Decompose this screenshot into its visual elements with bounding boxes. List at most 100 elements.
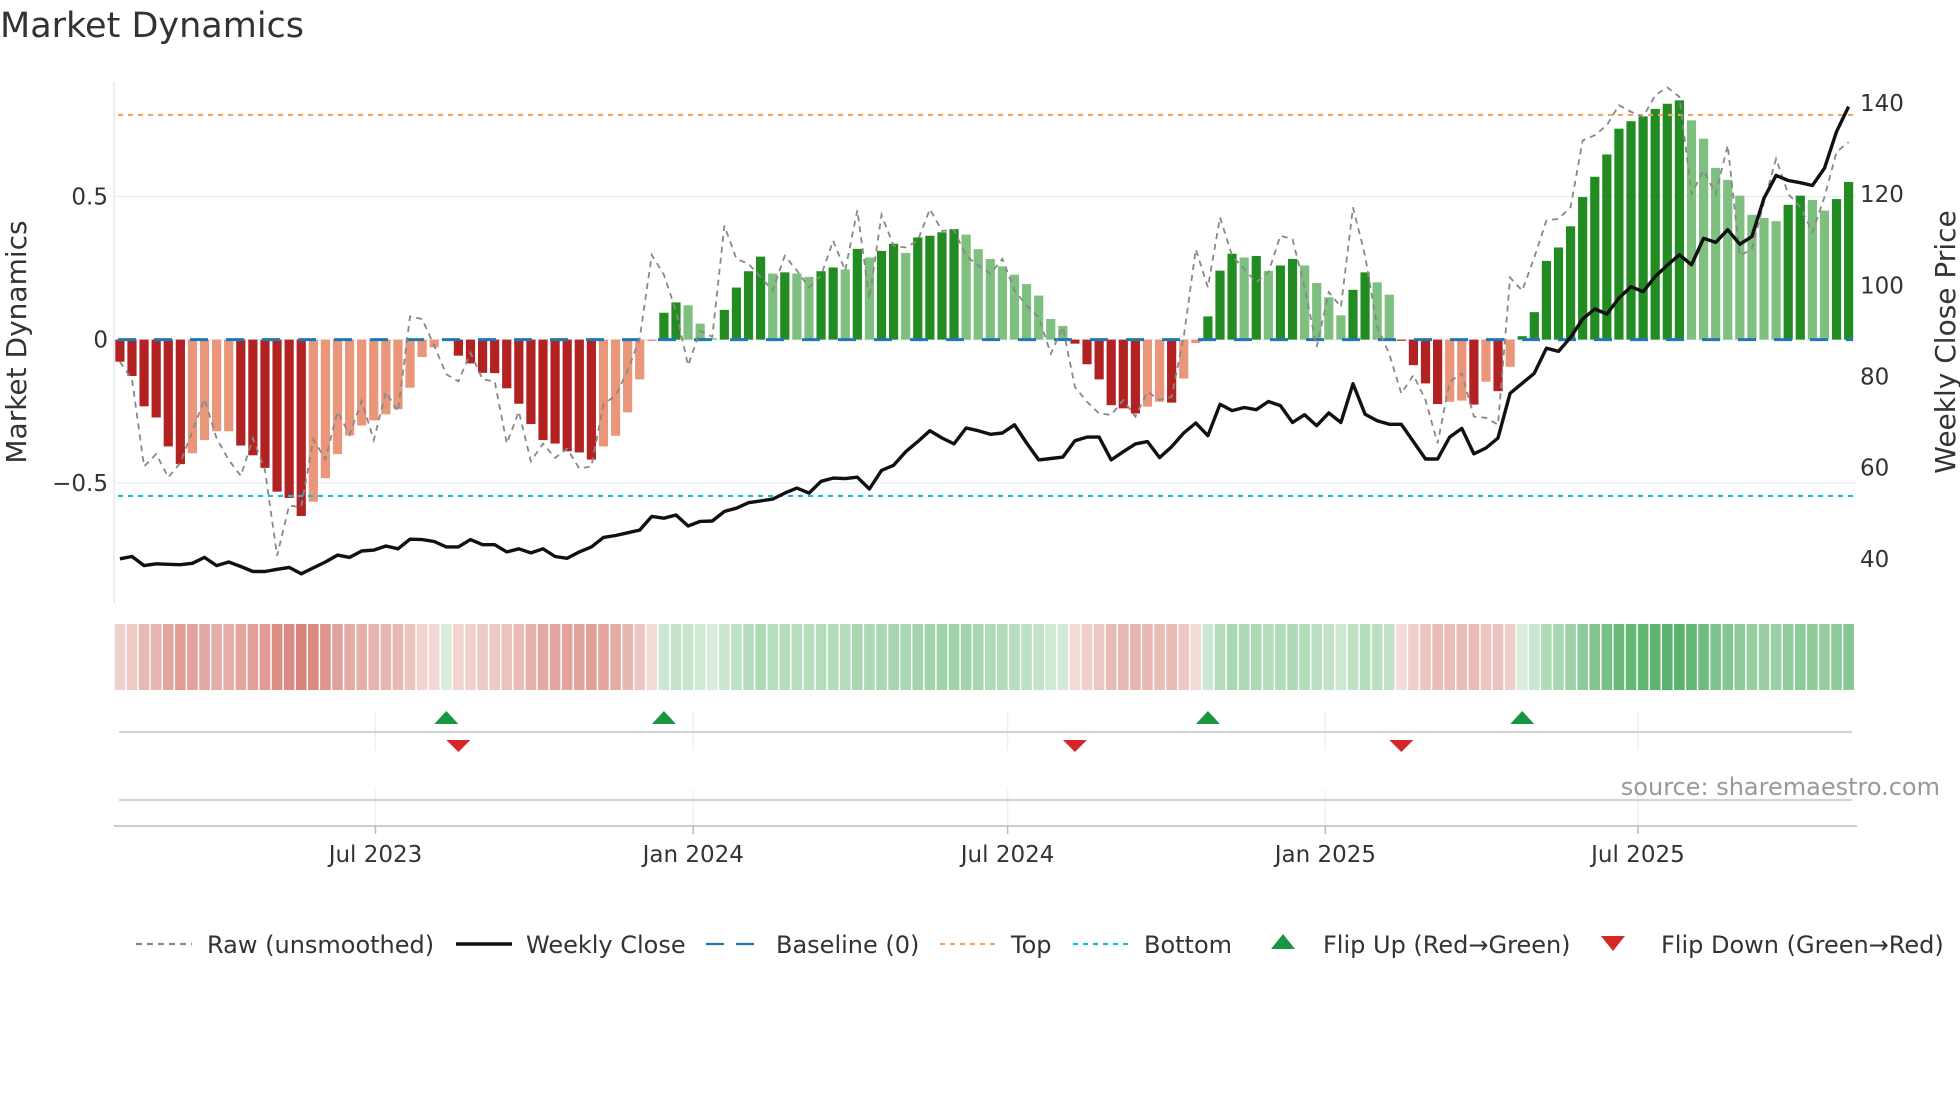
strip-cell	[1190, 624, 1202, 690]
bar	[973, 249, 983, 340]
bar	[163, 339, 173, 447]
bar	[623, 339, 633, 413]
strip-cell	[1444, 624, 1455, 690]
bar	[913, 237, 923, 340]
bar	[574, 339, 584, 453]
strip-cell	[308, 624, 319, 690]
strip-cell	[706, 624, 718, 690]
strip-cell	[211, 624, 222, 690]
strip-cell	[827, 624, 839, 690]
strip-cell	[1202, 624, 1214, 690]
bar	[175, 339, 185, 465]
strip-cell	[1432, 624, 1443, 690]
strip-cell	[1238, 624, 1250, 690]
bar	[1094, 339, 1104, 380]
market-dynamics-chart: 0.5 0 −0.5 140 120 100 80 60 40 Jul 2023 Jan 2024 J…	[0, 82, 1960, 959]
strip-cell	[404, 624, 416, 690]
bar	[768, 273, 778, 340]
strip-cell	[1250, 624, 1262, 690]
bar	[1650, 108, 1660, 340]
strip-cell	[428, 624, 440, 690]
strip-cell	[1408, 624, 1419, 690]
strip-cell	[972, 624, 984, 690]
bar	[816, 271, 826, 340]
bar	[1021, 284, 1032, 340]
bar	[381, 339, 391, 415]
strip-cell	[1674, 624, 1685, 690]
y-tick-label: −0.5	[52, 471, 108, 497]
bar	[1130, 339, 1140, 414]
strip-cell	[1359, 624, 1371, 690]
bar	[598, 339, 609, 447]
bar	[731, 287, 742, 340]
strip-cell	[549, 624, 561, 690]
raw-line	[119, 86, 1850, 557]
strip-cell	[513, 624, 525, 690]
bar	[1372, 282, 1382, 340]
bar	[1735, 195, 1745, 340]
strip-cell	[1093, 624, 1105, 690]
strip-cell	[1057, 624, 1069, 690]
bar	[792, 273, 802, 340]
bar	[1662, 103, 1672, 340]
legend-label: Baseline (0)	[776, 931, 919, 959]
strip-cell	[1371, 624, 1383, 690]
y-axis-title: Market Dynamics	[0, 220, 33, 463]
bar	[1384, 294, 1394, 340]
strip-cell	[1577, 624, 1588, 690]
strip-cell	[561, 624, 573, 690]
bar	[586, 339, 596, 460]
y-tick-label: 0	[93, 328, 108, 354]
bar	[1481, 339, 1491, 382]
strip-cell	[1468, 624, 1480, 690]
strip-cell	[138, 624, 150, 690]
legend-label: Flip Up (Red→Green)	[1323, 931, 1571, 959]
strip-cell	[815, 624, 827, 690]
strip-cell	[876, 624, 887, 690]
bar	[344, 339, 355, 436]
strip-cell	[1613, 624, 1625, 690]
bar	[1844, 181, 1854, 340]
bar	[1541, 260, 1552, 340]
bar	[1046, 319, 1056, 340]
strip-cell	[900, 624, 911, 690]
bar	[1505, 339, 1515, 367]
flip-up-marker	[651, 711, 676, 724]
bar	[212, 339, 222, 432]
bar	[1771, 221, 1781, 340]
flip-markers	[119, 711, 1852, 826]
bar	[1154, 339, 1165, 402]
strip-cell	[1009, 624, 1020, 690]
bar	[1179, 339, 1189, 379]
regime-strip	[114, 624, 1854, 690]
strip-cell	[1492, 624, 1504, 690]
bar	[308, 339, 318, 502]
bar	[647, 339, 657, 342]
strip-cell	[1130, 624, 1141, 690]
strip-cell	[610, 624, 621, 690]
flip-up-marker	[434, 711, 459, 724]
strip-cell	[1516, 624, 1528, 690]
strip-cell	[477, 624, 488, 690]
bar	[369, 339, 379, 421]
bar	[1445, 339, 1455, 402]
strip-cell	[235, 624, 247, 690]
strip-cell	[1625, 624, 1637, 690]
strip-cell	[1396, 624, 1407, 690]
flip-down-marker	[1389, 740, 1414, 752]
strip-cell	[1178, 624, 1190, 690]
bar	[284, 339, 294, 498]
strip-cell	[1311, 624, 1323, 690]
strip-cell	[1166, 624, 1177, 690]
strip-cell	[416, 624, 428, 690]
strip-cell	[658, 624, 670, 690]
y2-tick-label: 80	[1860, 364, 1889, 390]
strip-cell	[1794, 624, 1806, 690]
bar	[1203, 316, 1213, 340]
bar	[562, 339, 572, 452]
strip-cell	[1746, 624, 1758, 690]
strip-cell	[1601, 624, 1613, 690]
strip-cell	[1637, 624, 1649, 690]
bar	[272, 339, 282, 492]
strip-cell	[1335, 624, 1347, 690]
